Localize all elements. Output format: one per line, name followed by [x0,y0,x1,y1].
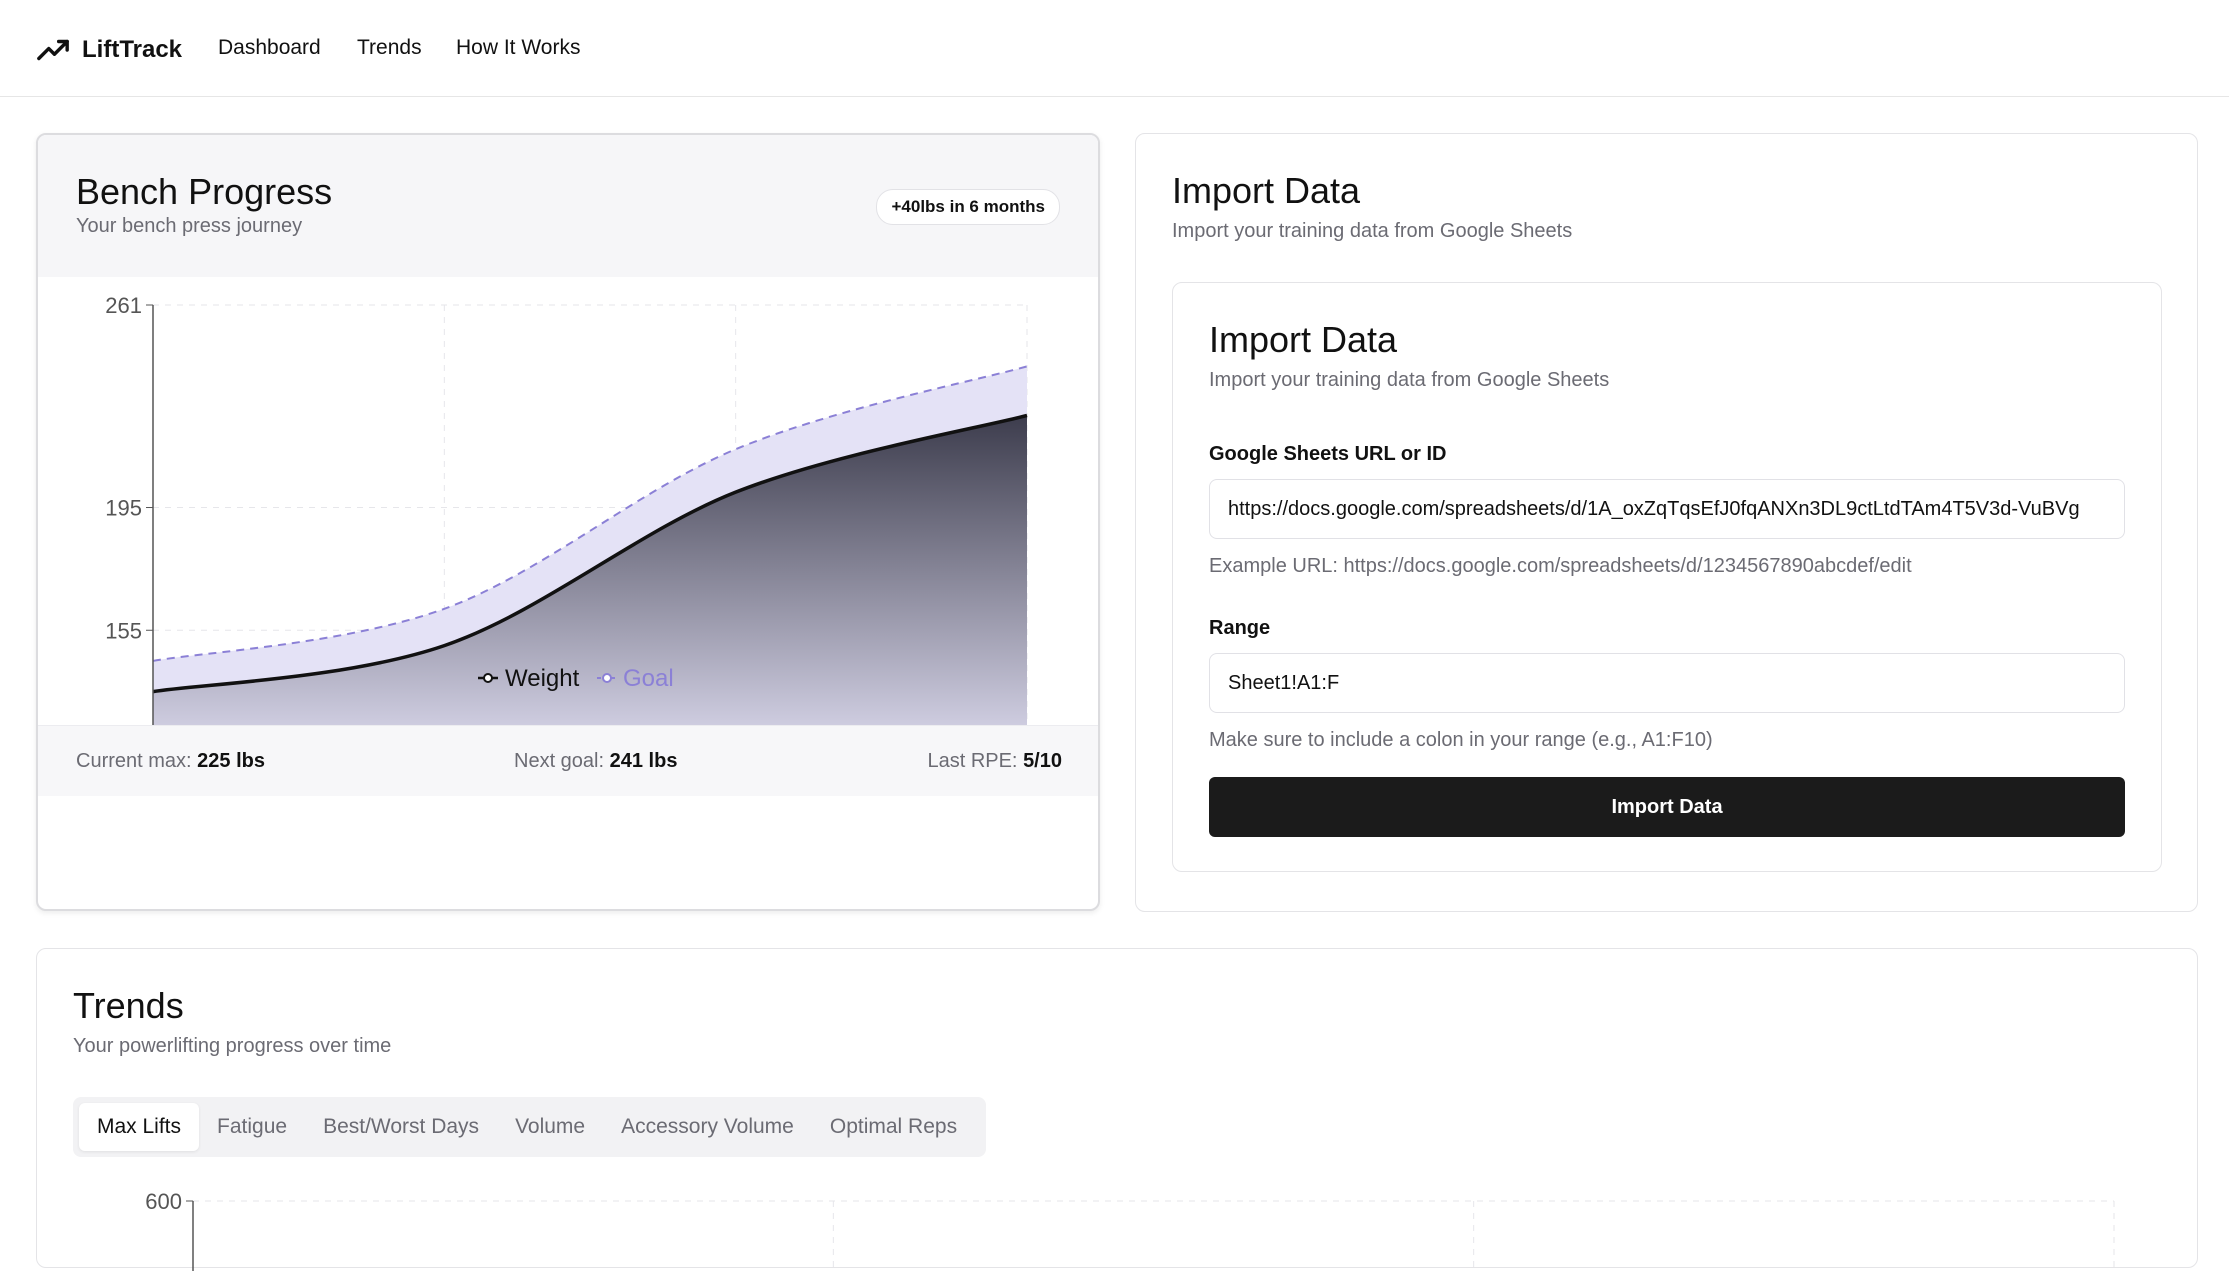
sheets-url-label: Google Sheets URL or ID [1209,443,1447,465]
brand-name: LiftTrack [82,36,183,63]
nav-link-dashboard[interactable]: Dashboard [218,36,321,60]
tab-fatigue[interactable]: Fatigue [199,1103,305,1151]
range-input[interactable] [1209,653,2125,713]
legend-goal-marker [602,673,612,683]
next-goal-value: 241 lbs [609,750,678,772]
trends-y-tick-label-0: 600 [145,1189,182,1214]
trends-tabs: Max Lifts Fatigue Best/Worst Days Volume… [73,1097,986,1157]
bench-progress-card: Bench Progress Your bench press journey … [36,133,1100,911]
current-max-label: Current max: [76,750,192,772]
sheets-url-input[interactable] [1209,479,2125,539]
last-rpe-value: 5/10 [1023,750,1062,772]
progress-badge: +40lbs in 6 months [876,189,1060,225]
last-rpe-stat: Last RPE: 5/10 [927,750,1062,773]
import-form-subtitle: Import your training data from Google Sh… [1209,369,1610,391]
y-tick-label-1: 155 [105,618,142,643]
legend-goal-label: Goal [623,665,674,692]
last-rpe-label: Last RPE: [927,750,1018,772]
current-max-value: 225 lbs [197,750,265,772]
top-nav: LiftTrack Dashboard Trends How It Works [0,0,2229,97]
y-tick-label-2: 195 [105,496,142,521]
tab-accessory-volume[interactable]: Accessory Volume [603,1103,812,1151]
next-goal-stat: Next goal: 241 lbs [514,750,677,773]
max-lifts-chart: 600 [145,1189,2115,1271]
import-form-title: Import Data [1209,319,1398,360]
bench-subtitle: Your bench press journey [76,215,303,237]
trends-card: Trends Your powerlifting progress over t… [36,948,2198,1271]
legend-weight-marker [483,673,493,683]
import-form: Import Data Import your training data fr… [1172,282,2162,872]
bench-title: Bench Progress [76,171,333,212]
range-help: Make sure to include a colon in your ran… [1209,729,1713,751]
y-tick-label-3: 261 [105,293,142,318]
trending-up-icon [37,39,69,61]
import-data-button[interactable]: Import Data [1209,777,2125,837]
tab-best-worst-days[interactable]: Best/Worst Days [305,1103,497,1151]
trends-subtitle: Your powerlifting progress over time [73,1035,392,1057]
tab-volume[interactable]: Volume [497,1103,603,1151]
sheets-url-help: Example URL: https://docs.google.com/spr… [1209,555,1912,577]
bench-card-header: Bench Progress Your bench press journey … [38,135,1098,277]
nav-link-how-it-works[interactable]: How It Works [456,36,580,60]
trends-title: Trends [73,985,184,1026]
legend-weight-label: Weight [505,665,580,692]
tab-optimal-reps[interactable]: Optimal Reps [812,1103,975,1151]
import-card-title: Import Data [1172,170,1361,211]
range-label: Range [1209,617,1271,639]
current-max-stat: Current max: 225 lbs [76,750,265,773]
tab-max-lifts[interactable]: Max Lifts [79,1103,200,1151]
nav-link-trends[interactable]: Trends [357,36,422,60]
brand[interactable]: LiftTrack [36,30,182,70]
import-card-subtitle: Import your training data from Google Sh… [1172,220,1573,242]
next-goal-label: Next goal: [514,750,605,772]
bench-progress-chart: 115155195261Week 1Week 1Week 2Week 2Weig… [105,293,1028,725]
bench-stats-footer: Current max: 225 lbs Next goal: 241 lbs … [38,725,1098,796]
import-data-card: Import Data Import your training data fr… [1135,133,2198,912]
